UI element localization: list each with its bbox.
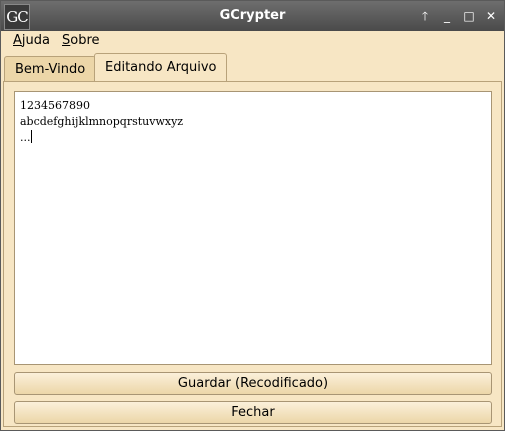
text-editor[interactable]: 1234567890 abcdefghijklmnopqrstuvwxyz... <box>14 91 492 365</box>
text-caret <box>30 130 32 143</box>
menu-ajuda-mnemonic: A <box>13 33 22 48</box>
close-icon[interactable]: ✕ <box>482 7 500 25</box>
tab-bar: Bem-Vindo Editando Arquivo <box>1 53 504 81</box>
keep-above-icon[interactable]: 🡑 <box>416 7 434 25</box>
editor-line-text: ... <box>20 131 31 144</box>
menu-ajuda[interactable]: Ajuda <box>13 33 50 48</box>
menu-bar: Ajuda Sobre <box>1 31 504 53</box>
save-button[interactable]: Guardar (Recodificado) <box>14 372 492 395</box>
editor-line: 1234567890 <box>20 99 90 112</box>
editor-line: abcdefghijklmnopqrstuvwxyz <box>20 115 184 128</box>
maximize-icon[interactable]: □ <box>460 7 478 25</box>
tab-bem-vindo[interactable]: Bem-Vindo <box>4 56 97 81</box>
tab-editando-arquivo[interactable]: Editando Arquivo <box>94 53 228 81</box>
editor-line: ... <box>20 130 486 146</box>
title-bar[interactable]: GC GCrypter 🡑 _ □ ✕ <box>1 1 504 31</box>
menu-sobre[interactable]: Sobre <box>62 33 100 48</box>
minimize-icon[interactable]: _ <box>438 7 456 25</box>
menu-sobre-label: obre <box>70 33 100 48</box>
close-button[interactable]: Fechar <box>14 401 492 424</box>
main-window: GC GCrypter 🡑 _ □ ✕ Ajuda Sobre Bem-Vind… <box>0 0 505 431</box>
menu-ajuda-label: juda <box>21 33 50 48</box>
